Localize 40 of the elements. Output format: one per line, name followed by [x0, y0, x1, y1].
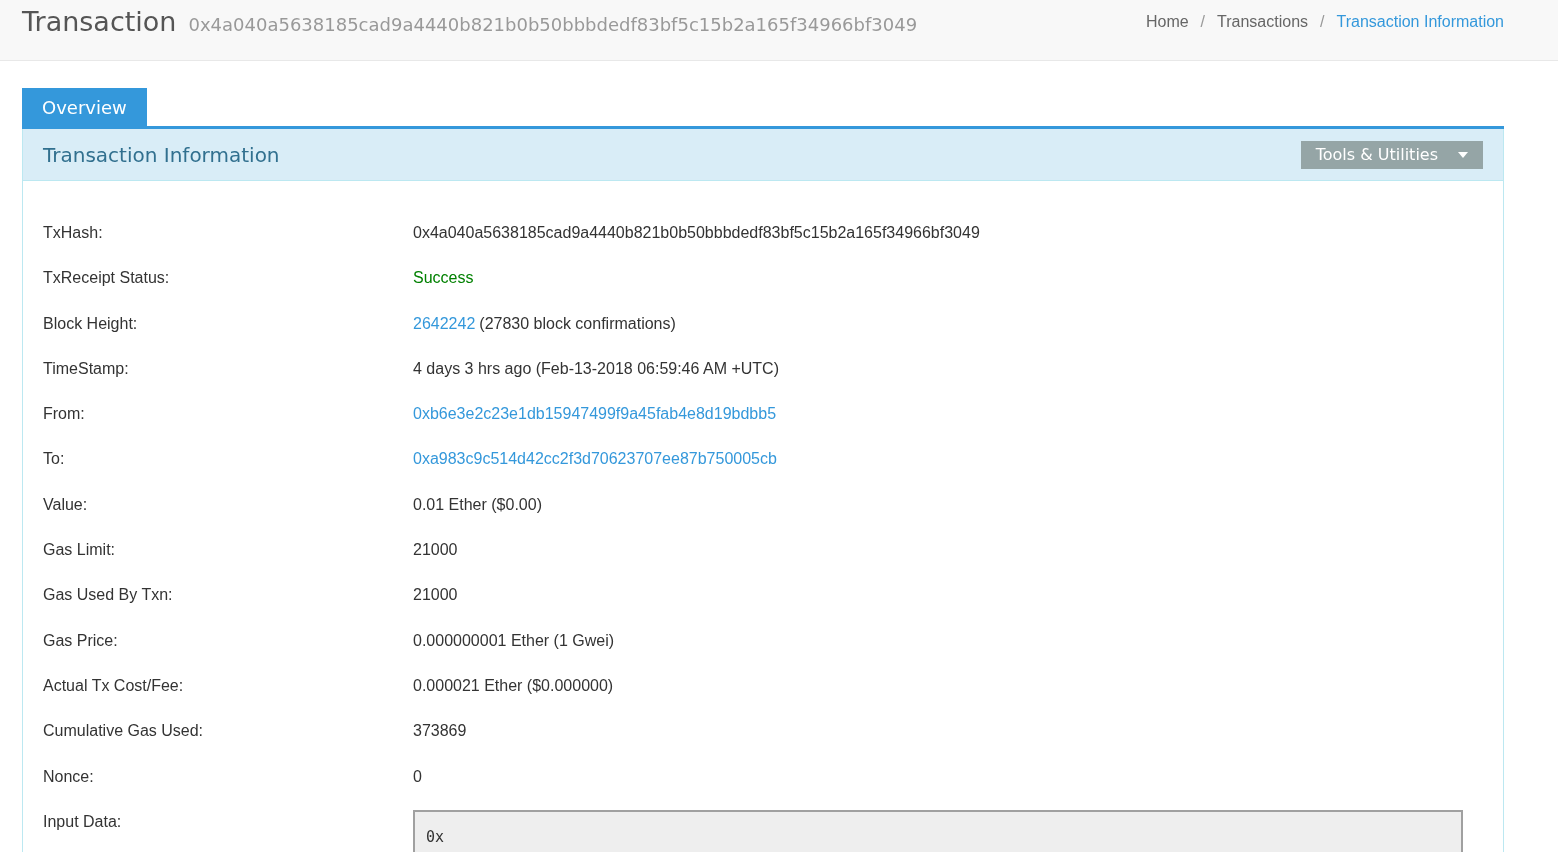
- field-label: Actual Tx Cost/Fee:: [43, 675, 185, 696]
- field-value: 0.01 Ether ($0.00): [413, 494, 542, 515]
- tools-dropdown-button[interactable]: Tools & Utilities: [1300, 140, 1483, 169]
- field-label: Gas Price:: [43, 630, 119, 651]
- input-data-field[interactable]: 0x: [413, 809, 1463, 852]
- value-link[interactable]: 0xb6e3e2c23e1db15947499f9a45fab4e8d19bdbb5: [413, 402, 777, 427]
- field-value: 4 days 3 hrs ago (Feb-13-2018 06:59:46 AM +UTC): [413, 358, 779, 379]
- field-value: 373869: [413, 721, 467, 742]
- field-label: Input Data:: [43, 811, 123, 832]
- page-title: Transaction: [22, 5, 177, 39]
- panel-title: Transaction Information: [43, 141, 280, 169]
- field-value: (27830 block confirmations): [479, 313, 676, 334]
- field-value: 0: [413, 766, 422, 787]
- field-label: TimeStamp:: [43, 358, 130, 379]
- breadcrumb-link[interactable]: Transactions: [1217, 10, 1309, 34]
- value-link[interactable]: 2642242: [413, 311, 476, 336]
- transaction-hash: 0x4a040a5638185cad9a4440b821b0b50bbbdedf83bf5c15b2a165f34966bf3049: [188, 13, 918, 37]
- field-label: Gas Limit:: [43, 540, 116, 561]
- field-value: 0.000021 Ether ($0.000000): [413, 675, 614, 696]
- field-value: 0.000000001 Ether (1 Gwei): [413, 630, 614, 651]
- value-link[interactable]: 0xa983c9c514d42cc2f3d70623707ee87b750005cb: [413, 447, 777, 472]
- field-label: From:: [43, 404, 86, 425]
- tab[interactable]: Overview: [22, 88, 147, 126]
- breadcrumb-separator: /: [1320, 12, 1325, 32]
- field-label: Nonce:: [43, 766, 95, 787]
- caret-icon: [1458, 151, 1468, 158]
- field-label: Block Height:: [43, 313, 139, 334]
- breadcrumb-link[interactable]: Transaction Information: [1336, 10, 1504, 34]
- field-label: Value:: [43, 494, 89, 515]
- field-label: To:: [43, 449, 66, 470]
- field-value: 0x4a040a5638185cad9a4440b821b0b50bbbdedf83bf5c15b2a165f34966bf3049: [413, 223, 980, 243]
- field-label: TxHash:: [43, 223, 104, 243]
- field-label: Cumulative Gas Used:: [43, 721, 205, 742]
- field-value: 21000: [413, 585, 458, 606]
- breadcrumb-link[interactable]: Home: [1145, 10, 1189, 34]
- field-value: 21000: [413, 540, 458, 561]
- field-label: TxReceipt Status:: [43, 268, 171, 289]
- status-text: Success: [413, 268, 474, 289]
- breadcrumb-separator: /: [1200, 12, 1206, 32]
- field-label: Gas Used By Txn:: [43, 585, 174, 606]
